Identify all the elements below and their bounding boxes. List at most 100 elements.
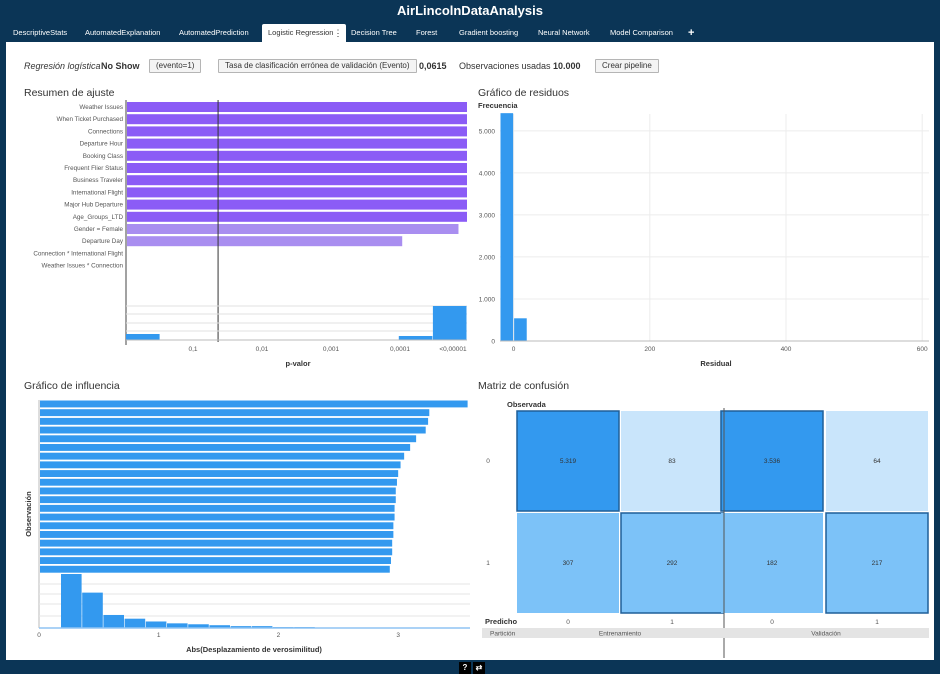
help-icon[interactable]: ? [459,662,471,674]
x-tick-label: 3 [396,632,400,639]
cell-value: 3.536 [764,458,781,465]
tab-forest[interactable]: Forest [416,24,437,42]
cell-value: 182 [767,560,778,567]
tab-label: Logistic Regression [268,28,334,37]
hist-bar [145,621,167,628]
category-label: Departure Day [82,238,124,245]
fit-bar [127,114,467,125]
category-label: International Flight [71,189,123,196]
tab-automatedprediction[interactable]: AutomatedPrediction [179,24,249,42]
add-tab-icon[interactable]: + [688,24,694,42]
model-label: Regresión logística [24,61,101,71]
hist-bar [61,574,82,628]
model-toolbar: Regresión logística No Show (evento=1) T… [6,42,934,82]
metric-button[interactable]: Tasa de clasificación errónea de validac… [218,59,417,73]
category-label: Major Hub Departure [64,202,123,209]
tab-automatedexplanation[interactable]: AutomatedExplanation [85,24,160,42]
fit-bar [127,224,459,234]
influence-bar [40,504,395,512]
cell-value: 292 [667,560,678,567]
confusion-title: Matriz de confusión [478,380,570,392]
cell-value: 5.319 [560,458,577,465]
metric-value: 0,0615 [419,61,447,71]
influence-bar [40,531,394,538]
cell-value: 307 [563,560,574,567]
hist-bar [432,306,467,340]
influence-bar [40,417,429,425]
influence-bar [40,426,426,434]
y-tick-label: 5.000 [479,128,496,135]
x-tick-label: 0 [512,346,516,353]
hist-bar [103,614,124,628]
influence-bar [40,400,468,408]
confusion-matrix[interactable]: Observada 5.319 83 307 292 3.536 64 182 217 0 1 0 1 0… [472,394,934,660]
category-label: Connections [88,128,123,135]
x-axis-label: p-valor [285,359,310,368]
target-variable[interactable]: No Show [101,60,140,72]
row-label: 0 [486,458,490,465]
col-label: 1 [670,619,674,626]
category-label: Departure Hour [80,141,123,148]
influence-bar [40,496,396,504]
create-pipeline-button[interactable]: Crear pipeline [595,59,659,73]
influence-bar [40,487,396,495]
tab-model-comparison[interactable]: Model Comparison [610,24,673,42]
partition-name: Validación [811,631,841,638]
fit-summary-chart[interactable]: Weather Issues When Ticket Purchased Conne… [6,100,472,372]
report-page: Regresión logística No Show (evento=1) T… [6,42,934,660]
fit-bar [127,150,467,161]
residual-chart[interactable]: Frecuencia 0 1.000 2.000 3.000 4.000 5.000 0 200… [472,100,934,372]
fit-bar [127,102,467,112]
fit-bar [127,211,467,222]
x-tick-label: 200 [644,346,655,353]
y-tick-label: 2.000 [479,254,496,261]
fit-bar [127,138,467,149]
category-label: Age_Groups_LTD [73,214,124,221]
tab-neural-network[interactable]: Neural Network [538,24,590,42]
cell-value: 83 [668,458,676,465]
tab-menu-icon[interactable]: ⋮ [333,24,343,42]
hist-bar [124,618,146,628]
row-label: 1 [486,560,490,567]
category-label: Weather Issues * Connection [42,263,124,270]
y-tick-label: 1.000 [479,296,496,303]
tab-descriptivestats[interactable]: DescriptiveStats [13,24,67,42]
influence-bar [40,522,394,530]
x-tick-label: 600 [917,346,928,353]
x-tick-label: <0,00001 [439,346,467,353]
event-button[interactable]: (evento=1) [149,59,202,73]
x-tick-label: 0 [37,632,41,639]
hist-bar [126,334,160,340]
influence-bar [40,452,405,460]
influence-bar [40,409,430,417]
fit-summary-title: Resumen de ajuste [24,87,115,99]
influence-bar [40,565,390,573]
observations-value: 10.000 [553,61,581,71]
y-axis-label: Frecuencia [478,101,518,110]
tab-decision-tree[interactable]: Decision Tree [351,24,397,42]
y-tick-label: 4.000 [479,170,496,177]
toggle-icon[interactable]: ⇄ [473,662,485,674]
category-label: Business Traveler [73,177,123,184]
footer-controls: ? ⇄ [459,662,485,674]
influence-bar [40,470,399,477]
x-tick-label: 0,01 [256,346,269,353]
fit-bar [127,126,467,137]
influence-bar [40,539,393,547]
y-tick-label: 3.000 [479,212,496,219]
y-axis-label: Observada [507,400,547,409]
x-axis-label: Residual [700,359,731,368]
category-label: Frequent Flier Status [64,165,123,172]
col-label: 0 [770,619,774,626]
influence-chart[interactable]: 0 1 2 3 Abs(Desplazamiento de verosimilitud)… [6,394,472,660]
category-label: When Ticket Purchased [57,116,124,123]
observations-label: Observaciones usadas [459,61,551,71]
fit-bar [127,199,467,210]
x-tick-label: 1 [157,632,161,639]
hist-bar [82,592,103,628]
residuals-title: Gráfico de residuos [478,87,570,99]
tab-gradient-boosting[interactable]: Gradient boosting [459,24,518,42]
influence-bar [40,435,417,443]
category-label: Connection * International Flight [33,250,123,257]
x-tick-label: 400 [781,346,792,353]
